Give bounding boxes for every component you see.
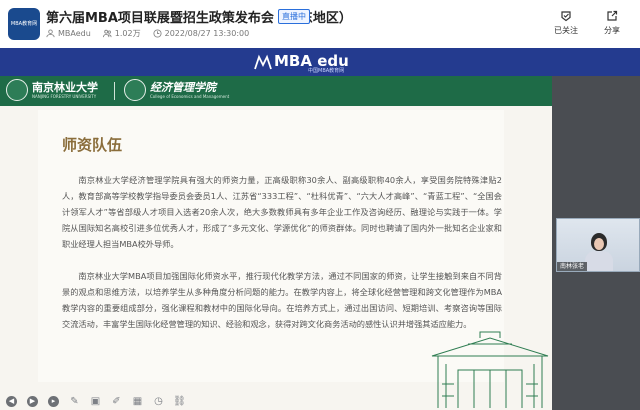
draw-icon[interactable]: ✐ [111,396,122,407]
clock-icon [153,29,162,38]
image-icon[interactable]: ▣ [90,396,101,407]
stream-meta: MBAedu 1.02万 2022/08/27 13:30:00 [46,28,249,39]
college-seal-icon [124,79,146,101]
view-count: 1.02万 [114,29,141,38]
college-name-en: College of Economics and Management [150,93,230,99]
college-name-cn: 经济管理学院 [150,80,216,94]
university-name-cn: 南京林业大学 [32,80,98,94]
live-status-badge: 直播中 [278,9,310,24]
speaker-video-thumbnail[interactable]: 南林张老 [556,218,640,272]
page-header: MBA教育网 第六届MBA项目联展暨招生政策发布会（华东地区） 直播中 MBAe… [0,0,640,48]
author-item[interactable]: MBAedu [46,29,91,38]
slide-header: 南京林业大学 NANJING FORESTRY UNIVERSITY 经济管理学… [0,76,552,106]
stream-datetime: 2022/08/27 13:30:00 [164,29,250,38]
next-icon[interactable]: ▶ [27,395,38,407]
speaker-face [594,238,604,250]
time-item: 2022/08/27 13:30:00 [153,29,250,38]
play-icon[interactable]: ▸ [48,395,59,407]
faculty-paragraph-1: 南京林业大学经济管理学院具有强大的师资力量，正高级职称30余人、副高级职称40余… [62,175,502,249]
speaker-body [585,251,613,271]
channel-logo-text: MBA教育网 [10,21,38,27]
channel-logo[interactable]: MBA教育网 [8,8,40,40]
broadcast-brand-sub: 中国MBA教育网 [308,68,345,74]
video-player[interactable]: MBA edu 中国MBA教育网 南京林业大学 NANJING FORESTRY… [0,48,640,410]
user-icon [46,29,55,38]
slide-controls: ◀ ▶ ▸ ✎ ▣ ✐ ▦ ◷ ⛓ [0,392,552,410]
share-icon [607,10,618,21]
follow-icon [561,11,571,22]
pen-icon[interactable]: ✎ [69,396,80,407]
section-title: 师资队伍 [62,136,123,154]
university-name-en: NANJING FORESTRY UNIVERSITY [32,93,97,99]
share-button[interactable]: 分享 [592,10,632,36]
speaker-name: 南林张老 [557,262,588,271]
follow-label: 已关注 [554,26,578,35]
author-name: MBAedu [58,29,91,38]
university-logo: 南京林业大学 NANJING FORESTRY UNIVERSITY [6,79,98,101]
broadcast-brand-bar: MBA edu 中国MBA教育网 [0,48,640,76]
presentation-slide: 南京林业大学 NANJING FORESTRY UNIVERSITY 经济管理学… [0,76,552,410]
prev-icon[interactable]: ◀ [6,395,17,407]
views-item: 1.02万 [102,28,141,39]
university-seal-icon [6,79,28,101]
people-icon [102,29,112,38]
brand-logo-icon [254,54,272,70]
link-icon[interactable]: ⛓ [173,396,186,407]
header-divider [114,82,115,100]
grid-icon[interactable]: ▦ [132,396,143,407]
clock-icon[interactable]: ◷ [153,396,164,407]
college-logo: 经济管理学院 College of Economics and Manageme… [124,79,229,101]
follow-button[interactable]: 已关注 [546,10,586,36]
share-label: 分享 [604,26,620,35]
